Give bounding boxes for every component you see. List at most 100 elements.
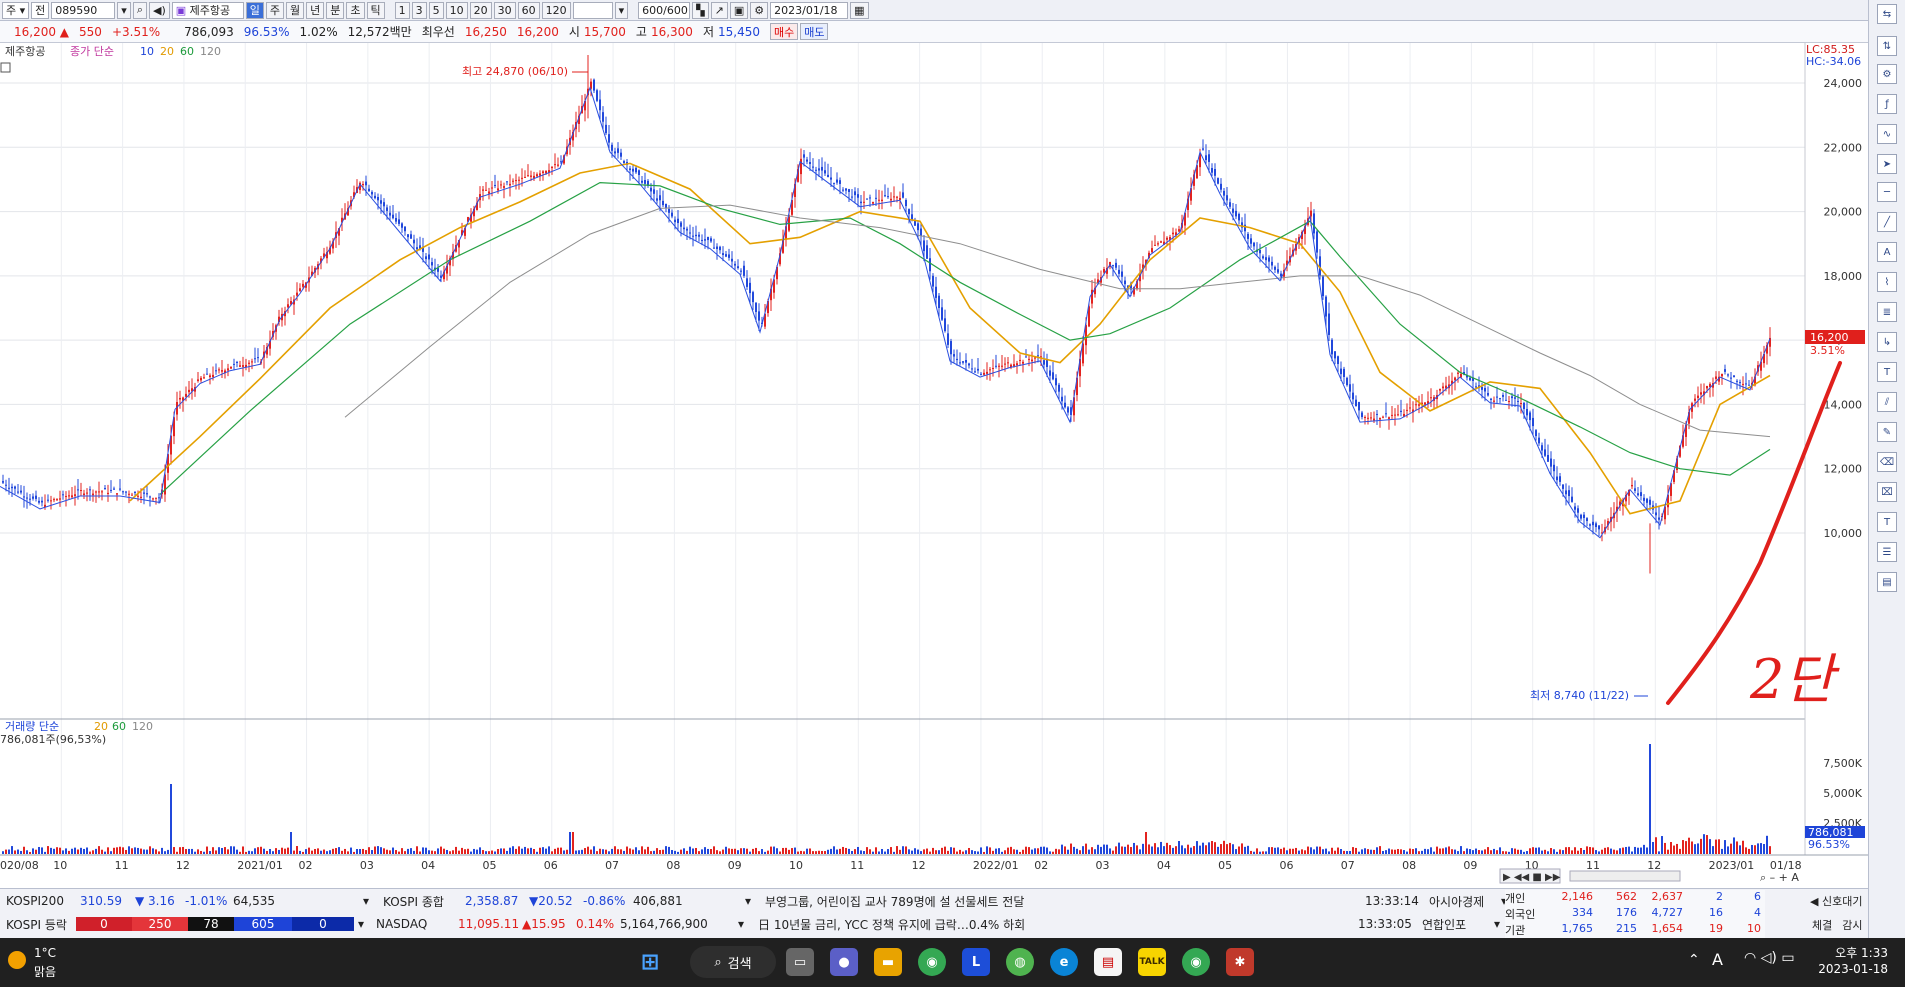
code-dropdown-icon[interactable]: ▾ <box>117 1 131 19</box>
volume-bar <box>1181 845 1183 854</box>
stock-chart[interactable]: 24,00022,00020,00018,00016,00014,00012,0… <box>0 43 1868 888</box>
dropdown-icon[interactable]: ▾ <box>363 894 383 908</box>
range-select[interactable]: 전 <box>31 1 50 19</box>
candle-body <box>230 366 232 369</box>
scrollbar[interactable] <box>1569 870 1681 882</box>
auto-icon[interactable]: A <box>1877 242 1897 262</box>
speaker-icon[interactable]: ◀) <box>148 1 170 19</box>
fib-icon[interactable]: ≣ <box>1877 302 1897 322</box>
candle-body <box>218 369 220 371</box>
volume-bar <box>1232 844 1234 854</box>
chrome-profile-icon[interactable]: ◉ <box>1182 948 1210 976</box>
chart-tools-icon[interactable]: ▚ <box>692 1 709 19</box>
wave-icon[interactable]: ⌇ <box>1877 272 1897 292</box>
edge-icon[interactable]: e <box>1050 948 1078 976</box>
candle-body <box>62 494 64 496</box>
save-icon[interactable]: ▣ <box>729 1 749 19</box>
settings-icon[interactable]: ⚙ <box>1877 64 1897 84</box>
candle-body <box>632 168 634 172</box>
windows-start-icon[interactable]: ⊞ <box>636 948 664 976</box>
globe-icon[interactable]: ◍ <box>1006 948 1034 976</box>
interval-1[interactable]: 1 <box>394 1 410 19</box>
trendline-icon[interactable]: ╱ <box>1877 212 1897 232</box>
period-minute[interactable]: 분 <box>326 1 345 19</box>
period-month[interactable]: 월 <box>286 1 305 19</box>
breadth-down: 605 <box>234 917 292 931</box>
nasdaq-value: 11,095.11 <box>458 917 520 931</box>
eraser-icon[interactable]: ⌫ <box>1877 452 1897 472</box>
volume-bar <box>830 848 832 854</box>
trading-app-icon[interactable]: ▤ <box>1094 948 1122 976</box>
period-day[interactable]: 일 <box>245 1 264 19</box>
volume-bar <box>926 848 928 854</box>
gear-icon[interactable]: ⚙ <box>750 1 769 19</box>
tab-trades[interactable]: 체결 <box>1812 917 1832 933</box>
l-app-icon[interactable]: L <box>962 948 990 976</box>
clock-time[interactable]: 오후 1:33 <box>1808 944 1888 961</box>
period-year[interactable]: 년 <box>306 1 325 19</box>
buy-button[interactable]: 매수 <box>769 23 799 40</box>
title-icon[interactable]: T <box>1877 512 1897 532</box>
hline-icon[interactable]: ─ <box>1877 182 1897 202</box>
calendar-icon[interactable]: ▦ <box>850 1 869 19</box>
period-tick[interactable]: 틱 <box>366 1 385 19</box>
interval-input[interactable] <box>572 1 613 19</box>
period-second[interactable]: 초 <box>346 1 365 19</box>
dropdown-icon[interactable]: ▾ <box>738 917 758 931</box>
list-icon[interactable]: ☰ <box>1877 542 1897 562</box>
interval-60[interactable]: 60 <box>517 1 540 19</box>
note-icon[interactable]: ✎ <box>1877 422 1897 442</box>
search-icon[interactable]: ⌕ <box>132 1 147 19</box>
dropdown-icon[interactable]: ▾ <box>354 917 376 931</box>
ime-icon[interactable]: A <box>1712 950 1723 969</box>
volume-bar <box>1325 848 1327 854</box>
folder-icon[interactable]: ▬ <box>874 948 902 976</box>
sell-button[interactable]: 매도 <box>800 23 829 40</box>
compare-icon[interactable]: ⇅ <box>1877 36 1897 56</box>
news-headline-2[interactable]: 日 10년물 금리, YCC 정책 유지에 급락…0.4% 하회 <box>758 916 1358 933</box>
taskbar-search[interactable]: ⌕ 검색 <box>690 946 776 978</box>
line-chart-icon[interactable]: ∿ <box>1877 124 1897 144</box>
news-headline-1[interactable]: 부영그룹, 어린이집 교사 789명에 설 선물세트 전달 <box>765 893 1365 910</box>
tray-chevron-icon[interactable]: ⌃ <box>1688 952 1700 968</box>
volume-bar <box>194 851 196 854</box>
tab-watch[interactable]: 감시 <box>1842 917 1862 933</box>
volume-bar <box>479 847 481 854</box>
erase-all-icon[interactable]: ⌧ <box>1877 482 1897 502</box>
chrome-icon[interactable]: ◉ <box>918 948 946 976</box>
interval-120[interactable]: 120 <box>541 1 571 19</box>
signal-status[interactable]: ◀ 신호대기 <box>1810 893 1862 909</box>
interval-dropdown-icon[interactable]: ▾ <box>614 1 629 19</box>
interval-20[interactable]: 20 <box>469 1 492 19</box>
candle-body <box>1385 413 1387 415</box>
period-week[interactable]: 주 <box>265 1 284 19</box>
stock-code-input[interactable]: 089590 <box>51 1 116 19</box>
task-view-icon[interactable]: ▭ <box>786 948 814 976</box>
interval-10[interactable]: 10 <box>445 1 468 19</box>
interval-30[interactable]: 30 <box>493 1 516 19</box>
interval-5[interactable]: 5 <box>428 1 444 19</box>
date-field[interactable]: 2023/01/18 <box>770 1 849 19</box>
indicator-icon[interactable]: ƒ <box>1877 94 1897 114</box>
candle-body <box>506 181 508 183</box>
red-app-icon[interactable]: ✱ <box>1226 948 1254 976</box>
volume-bar <box>1415 848 1417 854</box>
text-icon[interactable]: T <box>1877 362 1897 382</box>
kakaotalk-icon[interactable]: TALK <box>1138 948 1166 976</box>
dropdown-icon[interactable]: ▾ <box>745 894 765 908</box>
cursor-icon[interactable]: ➤ <box>1877 154 1897 174</box>
teams-icon[interactable]: ● <box>830 948 858 976</box>
volume-bar <box>1664 842 1666 854</box>
wifi-icon[interactable]: ◠ ◁) ▭ <box>1744 950 1795 966</box>
volume-bar <box>1355 847 1357 854</box>
candle-body <box>1643 497 1645 501</box>
arrow-icon[interactable]: ↳ <box>1877 332 1897 352</box>
market-select[interactable]: 주 ▾ <box>2 1 30 19</box>
table-icon[interactable]: ▤ <box>1877 572 1897 592</box>
channel-icon[interactable]: ⫽ <box>1877 392 1897 412</box>
interval-3[interactable]: 3 <box>411 1 427 19</box>
trend-icon[interactable]: ↗ <box>710 1 728 19</box>
count-field[interactable]: 600/600 <box>638 1 691 19</box>
zoom-icons[interactable]: ⌕ – + A <box>1760 871 1799 884</box>
split-icon[interactable]: ⇆ <box>1877 4 1897 24</box>
